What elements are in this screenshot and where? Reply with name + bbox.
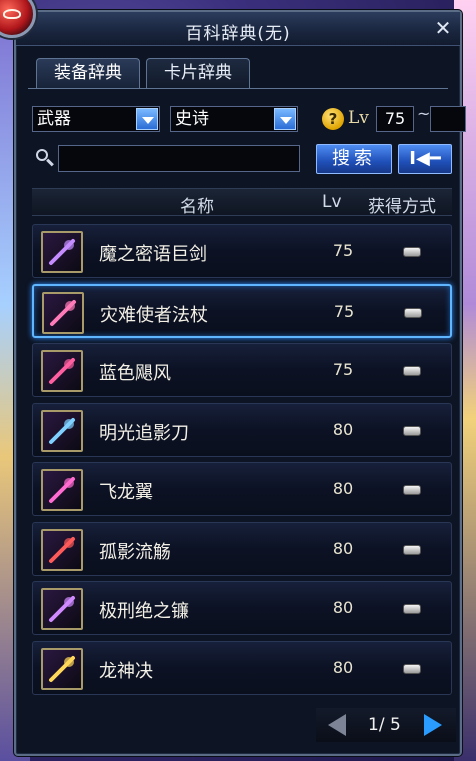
item-level: 80 — [332, 538, 354, 558]
tab-card-dictionary[interactable]: 卡片辞典 — [146, 58, 250, 88]
item-level: 75 — [332, 241, 354, 260]
column-header-name: 名称 — [180, 197, 214, 217]
acquisition-method-button[interactable] — [403, 663, 421, 674]
rarity-select[interactable]: 史诗 — [170, 106, 298, 132]
column-header-source: 获得方式 — [368, 197, 436, 217]
chevron-down-icon[interactable] — [274, 108, 296, 130]
weapon-type-value: 武器 — [37, 109, 71, 129]
filter-row: 武器 史诗 ? Lv 75 ~ — [32, 104, 466, 132]
item-level: 75 — [333, 301, 355, 321]
column-header-lv: Lv — [322, 192, 342, 212]
item-name: 龙神决 — [99, 660, 153, 682]
tab-equipment-dictionary[interactable]: 装备辞典 — [36, 58, 140, 88]
window-title: 百科辞典(无) — [185, 24, 291, 44]
close-button[interactable]: ✕ — [432, 17, 454, 39]
level-range-separator: ~ — [417, 104, 431, 123]
gun-icon — [41, 528, 83, 571]
scythe-icon — [41, 588, 83, 630]
rarity-value: 史诗 — [175, 109, 209, 129]
previous-page-icon[interactable] — [328, 714, 346, 736]
search-icon — [34, 147, 56, 169]
help-icon[interactable]: ? — [322, 108, 344, 130]
acquisition-method-button[interactable] — [403, 485, 421, 495]
acquisition-method-button[interactable] — [403, 366, 421, 376]
lance-icon — [41, 647, 83, 690]
chevron-down-icon[interactable] — [136, 108, 158, 130]
whip-icon — [41, 350, 83, 392]
item-row[interactable]: 飞龙翼 80 — [32, 462, 452, 516]
tab-divider — [28, 88, 448, 89]
level-max-input[interactable] — [430, 106, 466, 132]
item-name: 飞龙翼 — [99, 482, 153, 503]
title-bar[interactable]: 百科辞典(无) ✕ — [16, 12, 460, 46]
next-page-icon[interactable] — [424, 714, 442, 736]
item-name: 蓝色飓风 — [99, 363, 171, 384]
wing-icon — [41, 469, 83, 511]
item-name: 明光追影刀 — [99, 422, 189, 444]
staff-icon — [42, 291, 84, 334]
item-level: 75 — [332, 360, 354, 379]
page-indicator: 1/ 5 — [368, 715, 401, 735]
acquisition-method-button[interactable] — [404, 307, 422, 318]
katana-icon — [41, 409, 83, 452]
item-row[interactable]: 魔之密语巨剑 75 — [32, 224, 452, 278]
encyclopedia-window: 百科辞典(无) ✕ 装备辞典 卡片辞典 武器 史诗 ? Lv 75 ~ 搜索 I… — [14, 10, 466, 756]
list-header: 名称 Lv 获得方式 — [32, 188, 452, 217]
item-level: 80 — [332, 479, 354, 498]
item-name: 魔之密语巨剑 — [99, 244, 207, 265]
item-name: 极刑绝之镰 — [99, 601, 189, 622]
search-button[interactable]: 搜索 — [316, 144, 392, 174]
item-row[interactable]: 龙神决 80 — [32, 640, 452, 695]
reset-button[interactable]: I◀━ — [398, 144, 452, 174]
item-level: 80 — [332, 598, 354, 617]
pagination: 1/ 5 — [316, 708, 456, 742]
item-level: 80 — [332, 419, 354, 439]
item-row[interactable]: 灾难使者法杖 75 — [32, 283, 452, 338]
tab-bar: 装备辞典 卡片辞典 — [36, 58, 250, 88]
acquisition-method-button[interactable] — [403, 247, 421, 257]
item-row[interactable]: 明光追影刀 80 — [32, 402, 452, 457]
level-min-input[interactable]: 75 — [376, 106, 414, 132]
item-level: 80 — [332, 657, 354, 677]
level-label: Lv — [348, 108, 369, 128]
acquisition-method-button[interactable] — [403, 604, 421, 614]
acquisition-method-button[interactable] — [403, 425, 421, 436]
item-row[interactable]: 极刑绝之镰 80 — [32, 581, 452, 635]
item-name: 孤影流觞 — [99, 541, 171, 563]
weapon-type-select[interactable]: 武器 — [32, 106, 160, 132]
item-name: 灾难使者法杖 — [100, 304, 208, 326]
item-row[interactable]: 孤影流觞 80 — [32, 521, 452, 576]
greatsword-icon — [41, 231, 83, 273]
search-row: 搜索 I◀━ — [32, 144, 452, 174]
item-row[interactable]: 蓝色飓风 75 — [32, 343, 452, 397]
acquisition-method-button[interactable] — [403, 544, 421, 555]
search-input[interactable] — [58, 145, 300, 172]
